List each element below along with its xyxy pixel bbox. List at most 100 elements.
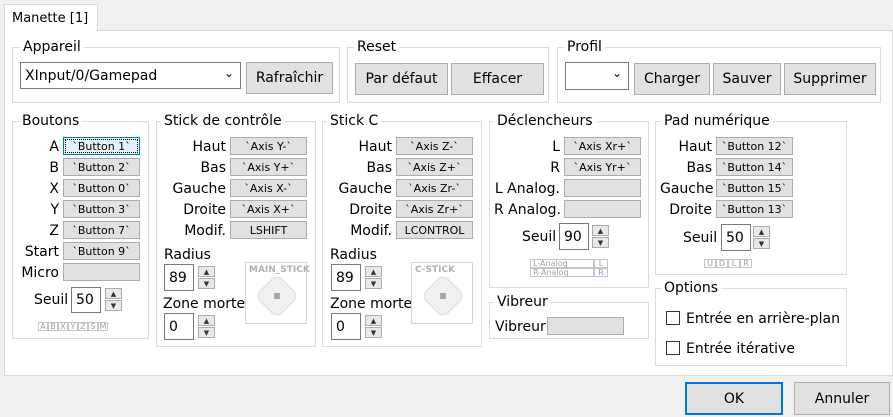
background-input-checkbox[interactable] (666, 311, 680, 325)
spin-down-icon[interactable]: ▼ (105, 300, 122, 311)
spin-down-icon[interactable]: ▼ (365, 278, 382, 289)
cancel-button[interactable]: Annuler (794, 382, 890, 415)
dpad-indicator: U D L R (704, 259, 752, 268)
trigger-r-binding[interactable]: `Axis Yr+` (564, 158, 641, 176)
spin-up-icon[interactable]: ▲ (365, 315, 382, 326)
indicator-r: R (594, 268, 608, 277)
clear-button[interactable]: Effacer (451, 63, 544, 95)
stick-modifier-label: Modif. (184, 223, 226, 239)
background-input-label[interactable]: Entrée en arrière-plan (686, 311, 840, 327)
trigger-l-analog-label: L Analog. (494, 181, 560, 197)
spin-up-icon[interactable]: ▲ (365, 266, 382, 277)
stick-down-binding[interactable]: `Axis Y+` (230, 158, 307, 176)
trigger-l-label: L (552, 139, 560, 155)
dpad-right-binding[interactable]: `Button 13` (716, 200, 793, 218)
trigger-l-binding[interactable]: `Axis Xr+` (564, 137, 641, 155)
default-button[interactable]: Par défaut (355, 63, 448, 95)
button-z-binding[interactable]: `Button 7` (63, 221, 140, 239)
cstick-deadzone-input[interactable]: 0 (331, 313, 361, 340)
indicator-s: S (88, 322, 98, 331)
device-select[interactable]: XInput/0/Gamepad ⌄ (20, 62, 241, 89)
stick-modifier-binding[interactable]: LSHIFT (230, 221, 307, 239)
button-y-binding[interactable]: `Button 3` (63, 200, 140, 218)
main-stick-diagram: MAIN_STICK (245, 262, 310, 324)
dpad-down-binding[interactable]: `Button 14` (716, 158, 793, 176)
trigger-l-analog-binding[interactable] (564, 179, 641, 197)
button-y-label: Y (50, 202, 59, 218)
spin-up-icon[interactable]: ▲ (105, 288, 122, 299)
stick-down-label: Bas (200, 160, 226, 176)
indicator-r: R (740, 259, 752, 268)
trigger-threshold-input[interactable]: 90 (559, 223, 589, 250)
save-button[interactable]: Sauver (713, 63, 781, 95)
tab-manette-1[interactable]: Manette [1] (4, 4, 98, 31)
stick-deadzone-label: Zone morte (163, 296, 246, 312)
vibreur-label: Vibreur (495, 319, 546, 335)
boutons-threshold-input[interactable]: 50 (71, 287, 101, 313)
trigger-r-analog-label: R Analog. (494, 202, 561, 218)
delete-button[interactable]: Supprimer (784, 63, 876, 95)
indicator-y: Y (68, 322, 78, 331)
stick-deadzone-input[interactable]: 0 (164, 313, 194, 340)
group-reset-title: Reset (354, 39, 400, 55)
main-stick-title: MAIN_STICK (249, 265, 310, 275)
load-button[interactable]: Charger (634, 63, 710, 95)
iterative-input-checkbox[interactable] (666, 341, 680, 355)
button-micro-label: Micro (21, 265, 59, 281)
ok-button[interactable]: OK (685, 382, 783, 415)
group-declencheurs-title: Déclencheurs (494, 113, 596, 129)
spin-down-icon[interactable]: ▼ (592, 237, 609, 248)
indicator-m: M (98, 322, 108, 331)
spin-up-icon[interactable]: ▲ (198, 315, 215, 326)
button-x-binding[interactable]: `Button 0` (63, 179, 140, 197)
indicator-x: X (58, 322, 68, 331)
dpad-threshold-input[interactable]: 50 (721, 224, 751, 251)
spin-up-icon[interactable]: ▲ (592, 225, 609, 236)
button-b-label: B (49, 160, 59, 176)
iterative-input-label[interactable]: Entrée itérative (686, 341, 795, 357)
refresh-button[interactable]: Rafraîchir (246, 62, 333, 94)
spin-down-icon[interactable]: ▼ (753, 238, 770, 249)
stick-up-binding[interactable]: `Axis Y-` (230, 137, 307, 155)
spin-up-icon[interactable]: ▲ (753, 226, 770, 237)
button-a-binding[interactable]: `Button 1` (63, 137, 140, 155)
trigger-r-label: R (550, 160, 560, 176)
spin-down-icon[interactable]: ▼ (198, 327, 215, 338)
button-b-binding[interactable]: `Button 2` (63, 158, 140, 176)
cstick-left-binding[interactable]: `Axis Zr-` (396, 179, 473, 197)
cstick-modifier-binding[interactable]: LCONTROL (396, 221, 473, 239)
cstick-down-binding[interactable]: `Axis Z+` (396, 158, 473, 176)
button-z-label: Z (49, 223, 59, 239)
boutons-indicator: A B X Y Z S M (38, 322, 108, 331)
group-cstick-title: Stick C (327, 113, 382, 129)
stick-radius-input[interactable]: 89 (164, 264, 194, 291)
chevron-down-icon: ⌄ (611, 66, 622, 80)
button-start-binding[interactable]: `Button 9` (63, 242, 140, 260)
dpad-right-label: Droite (669, 202, 712, 218)
button-micro-binding[interactable] (63, 263, 140, 281)
spin-down-icon[interactable]: ▼ (198, 278, 215, 289)
profile-select[interactable]: ⌄ (565, 62, 629, 90)
indicator-u: U (704, 259, 716, 268)
button-start-label: Start (24, 244, 59, 260)
cstick-up-binding[interactable]: `Axis Z-` (396, 137, 473, 155)
spin-up-icon[interactable]: ▲ (198, 266, 215, 277)
device-value: XInput/0/Gamepad (25, 67, 158, 84)
dpad-up-binding[interactable]: `Button 12` (716, 137, 793, 155)
dpad-threshold-label: Seuil (683, 230, 718, 246)
cstick-right-binding[interactable]: `Axis Zr+` (396, 200, 473, 218)
vibreur-binding[interactable] (547, 317, 624, 335)
stick-position-dot (274, 293, 280, 299)
cstick-radius-input[interactable]: 89 (331, 264, 361, 291)
stick-left-label: Gauche (172, 181, 226, 197)
trigger-r-analog-binding[interactable] (564, 200, 641, 218)
stick-left-binding[interactable]: `Axis X-` (230, 179, 307, 197)
cstick-right-label: Droite (349, 202, 392, 218)
dpad-left-binding[interactable]: `Button 15` (716, 179, 793, 197)
indicator-a: A (38, 322, 48, 331)
group-stick-title: Stick de contrôle (161, 113, 285, 129)
spin-down-icon[interactable]: ▼ (365, 327, 382, 338)
cstick-position-dot (440, 293, 446, 299)
stick-right-binding[interactable]: `Axis X+` (230, 200, 307, 218)
trigger-indicator: L-Analog L R-Analog R (530, 259, 608, 277)
